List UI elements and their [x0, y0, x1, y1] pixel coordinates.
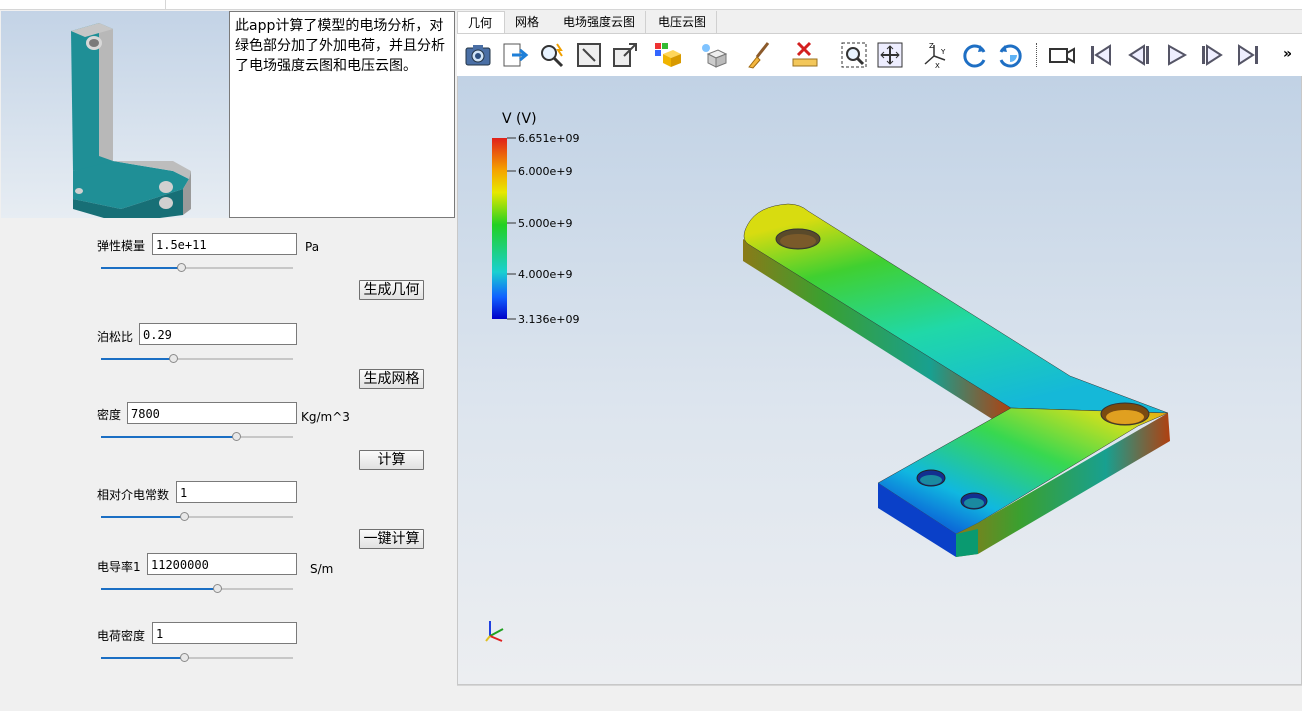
- rotate-cw-icon[interactable]: [960, 40, 990, 70]
- tab-voltage-contour[interactable]: 电压云图: [648, 11, 718, 33]
- elastic-modulus-slider[interactable]: [101, 261, 293, 275]
- slider-knob[interactable]: [176, 263, 186, 272]
- top-tab-stub: [0, 0, 166, 9]
- label-poisson-ratio: 泊松比: [97, 330, 134, 344]
- last-frame-icon[interactable]: [1233, 40, 1263, 70]
- slider-knob[interactable]: [180, 653, 190, 662]
- light-cube-icon[interactable]: [698, 40, 728, 70]
- 3d-viewport[interactable]: V (V) 6.651e+09 6.000e+9 5.000e+9 4.000e…: [457, 76, 1302, 685]
- legend-max-label: 6.651e+09: [518, 132, 579, 145]
- label-relative-permittivity: 相对介电常数: [97, 488, 170, 502]
- label-density: 密度: [97, 408, 122, 422]
- slider-knob[interactable]: [180, 512, 190, 521]
- export-icon[interactable]: [500, 40, 530, 70]
- charge-density-input[interactable]: 1: [152, 622, 297, 644]
- density-unit: Kg/m^3: [301, 410, 350, 424]
- legend-tick-label: 5.000e+9: [518, 217, 572, 230]
- box-select-icon[interactable]: [574, 40, 604, 70]
- axes-icon[interactable]: ZYX: [921, 40, 951, 70]
- density-slider[interactable]: [101, 430, 293, 444]
- conductivity-unit: S/m: [310, 562, 334, 576]
- voltage-contour-model: [743, 203, 1170, 557]
- zoom-box-icon[interactable]: [839, 40, 869, 70]
- relative-permittivity-input[interactable]: 1: [176, 481, 297, 503]
- magnify-icon[interactable]: [537, 40, 567, 70]
- generate-geometry-button[interactable]: 生成几何: [359, 280, 424, 300]
- slider-knob[interactable]: [232, 432, 242, 441]
- legend-colorbar: [492, 138, 507, 319]
- tab-mesh[interactable]: 网格: [505, 11, 549, 33]
- color-cube-icon[interactable]: [653, 40, 683, 70]
- play-icon[interactable]: [1161, 40, 1191, 70]
- video-camera-icon[interactable]: [1047, 40, 1077, 70]
- next-frame-icon[interactable]: [1197, 40, 1227, 70]
- conductivity-slider[interactable]: [101, 582, 293, 596]
- more-icon[interactable]: »: [1283, 46, 1292, 62]
- ruler-delete-icon[interactable]: [790, 40, 820, 70]
- svg-text:X: X: [935, 62, 940, 70]
- brush-icon[interactable]: [744, 40, 774, 70]
- elastic-modulus-input[interactable]: 1.5e+11: [152, 233, 297, 255]
- slider-knob[interactable]: [168, 354, 178, 363]
- label-elastic-modulus: 弹性模量: [97, 239, 146, 253]
- tab-geometry[interactable]: 几何: [457, 11, 505, 33]
- legend-title: V (V): [502, 111, 537, 127]
- camera-icon[interactable]: [463, 40, 493, 70]
- poisson-ratio-input[interactable]: 0.29: [139, 323, 297, 345]
- elastic-modulus-unit: Pa: [305, 240, 320, 254]
- box-arrow-icon[interactable]: [610, 40, 640, 70]
- rotate-ccw-icon[interactable]: [995, 40, 1025, 70]
- svg-text:Y: Y: [940, 48, 946, 56]
- prev-frame-icon[interactable]: [1124, 40, 1154, 70]
- legend-min-label: 3.136e+09: [518, 313, 579, 326]
- view-tab-bar: 几何 网格 电场强度云图 电压云图: [457, 11, 1302, 34]
- relative-permittivity-slider[interactable]: [101, 510, 293, 524]
- svg-text:Z: Z: [929, 42, 934, 50]
- bottom-divider: [457, 685, 1302, 686]
- slider-knob[interactable]: [213, 584, 223, 593]
- model-preview-image: [1, 11, 229, 218]
- description-box: 此app计算了模型的电场分析，对绿色部分加了外加电荷，并且分析了电场强度云图和电…: [229, 11, 455, 218]
- fit-view-icon[interactable]: [875, 40, 905, 70]
- label-charge-density: 电荷密度: [97, 629, 146, 643]
- toolbar-separator: [1036, 43, 1038, 67]
- poisson-ratio-slider[interactable]: [101, 352, 293, 366]
- density-input[interactable]: 7800: [127, 402, 297, 424]
- viewer-toolbar: ZYX »: [457, 34, 1302, 76]
- one-click-compute-button[interactable]: 一键计算: [359, 529, 424, 549]
- top-strip: [0, 0, 1302, 10]
- conductivity-input[interactable]: 11200000: [147, 553, 297, 575]
- tab-field-strength-contour[interactable]: 电场强度云图: [553, 11, 647, 33]
- legend-tick-label: 6.000e+9: [518, 165, 572, 178]
- first-frame-icon[interactable]: [1086, 40, 1116, 70]
- charge-density-slider[interactable]: [101, 651, 293, 665]
- legend-tick-label: 4.000e+9: [518, 268, 572, 281]
- label-conductivity: 电导率1: [97, 560, 141, 574]
- orientation-axes-icon: [485, 621, 504, 642]
- compute-button[interactable]: 计算: [359, 450, 424, 470]
- generate-mesh-button[interactable]: 生成网格: [359, 369, 424, 389]
